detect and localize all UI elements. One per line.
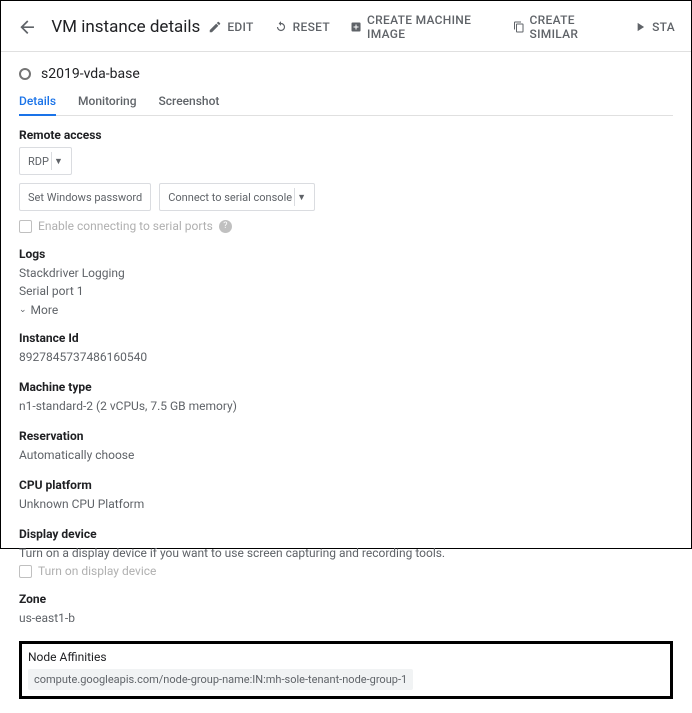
rdp-button[interactable]: RDP ▼ bbox=[19, 147, 72, 175]
machine-type-label: Machine type bbox=[19, 380, 673, 394]
reset-icon bbox=[274, 20, 288, 34]
display-device-label: Display device bbox=[19, 527, 673, 541]
node-affinities-highlight: Node Affinities compute.googleapis.com/n… bbox=[19, 641, 673, 699]
start-button[interactable]: STA bbox=[633, 20, 675, 34]
chevron-down-icon: ⌄ bbox=[19, 305, 27, 315]
serial-port-link[interactable]: Serial port 1 bbox=[19, 282, 673, 300]
remote-access-label: Remote access bbox=[19, 128, 673, 142]
create-machine-image-button[interactable]: CREATE MACHINE IMAGE bbox=[350, 13, 493, 41]
back-arrow-icon[interactable] bbox=[17, 16, 37, 38]
pencil-icon bbox=[208, 20, 222, 34]
reset-label: RESET bbox=[293, 20, 330, 34]
tab-screenshot[interactable]: Screenshot bbox=[159, 94, 220, 115]
display-device-checkbox-label: Turn on display device bbox=[38, 564, 156, 578]
instance-status-icon bbox=[19, 68, 31, 80]
edit-label: EDIT bbox=[227, 20, 253, 34]
more-logs-toggle[interactable]: ⌄ More bbox=[19, 303, 673, 317]
node-affinities-value: compute.googleapis.com/node-group-name:I… bbox=[28, 669, 413, 690]
tab-monitoring[interactable]: Monitoring bbox=[78, 94, 137, 115]
display-device-checkbox[interactable] bbox=[19, 565, 32, 578]
start-label: STA bbox=[652, 20, 675, 34]
reservation-label: Reservation bbox=[19, 429, 673, 443]
logs-label: Logs bbox=[19, 247, 673, 261]
reservation-value: Automatically choose bbox=[19, 446, 673, 464]
node-affinities-label: Node Affinities bbox=[28, 650, 664, 664]
stackdriver-logging-link[interactable]: Stackdriver Logging bbox=[19, 264, 673, 282]
plus-box-icon bbox=[350, 20, 362, 34]
chevron-down-icon[interactable]: ▼ bbox=[297, 192, 306, 203]
chevron-down-icon[interactable]: ▼ bbox=[54, 156, 63, 167]
divider bbox=[51, 152, 52, 170]
display-device-desc: Turn on a display device if you want to … bbox=[19, 544, 673, 562]
more-label: More bbox=[31, 303, 59, 317]
zone-value: us-east1-b bbox=[19, 609, 673, 627]
enable-serial-checkbox[interactable] bbox=[19, 220, 32, 233]
help-icon[interactable]: ? bbox=[219, 220, 232, 233]
cpu-platform-value: Unknown CPU Platform bbox=[19, 495, 673, 513]
create-similar-button[interactable]: CREATE SIMILAR bbox=[513, 13, 614, 41]
divider bbox=[294, 188, 295, 206]
copy-icon bbox=[513, 20, 525, 34]
connect-serial-console-button[interactable]: Connect to serial console ▼ bbox=[159, 183, 315, 211]
play-icon bbox=[633, 20, 647, 34]
instance-id-label: Instance Id bbox=[19, 331, 673, 345]
instance-id-value: 8927845737486160540 bbox=[19, 348, 673, 366]
zone-label: Zone bbox=[19, 592, 673, 606]
serial-console-label: Connect to serial console bbox=[168, 191, 292, 204]
tab-details[interactable]: Details bbox=[19, 94, 56, 116]
page-title: VM instance details bbox=[51, 17, 200, 37]
cpu-platform-label: CPU platform bbox=[19, 478, 673, 492]
create-image-label: CREATE MACHINE IMAGE bbox=[367, 13, 492, 41]
machine-type-value: n1-standard-2 (2 vCPUs, 7.5 GB memory) bbox=[19, 397, 673, 415]
instance-name: s2019-vda-base bbox=[41, 66, 140, 82]
enable-serial-label: Enable connecting to serial ports bbox=[38, 219, 213, 233]
edit-button[interactable]: EDIT bbox=[208, 20, 253, 34]
reset-button[interactable]: RESET bbox=[274, 20, 330, 34]
rdp-label: RDP bbox=[28, 155, 49, 168]
create-similar-label: CREATE SIMILAR bbox=[530, 13, 614, 41]
set-windows-password-button[interactable]: Set Windows password bbox=[19, 183, 151, 211]
